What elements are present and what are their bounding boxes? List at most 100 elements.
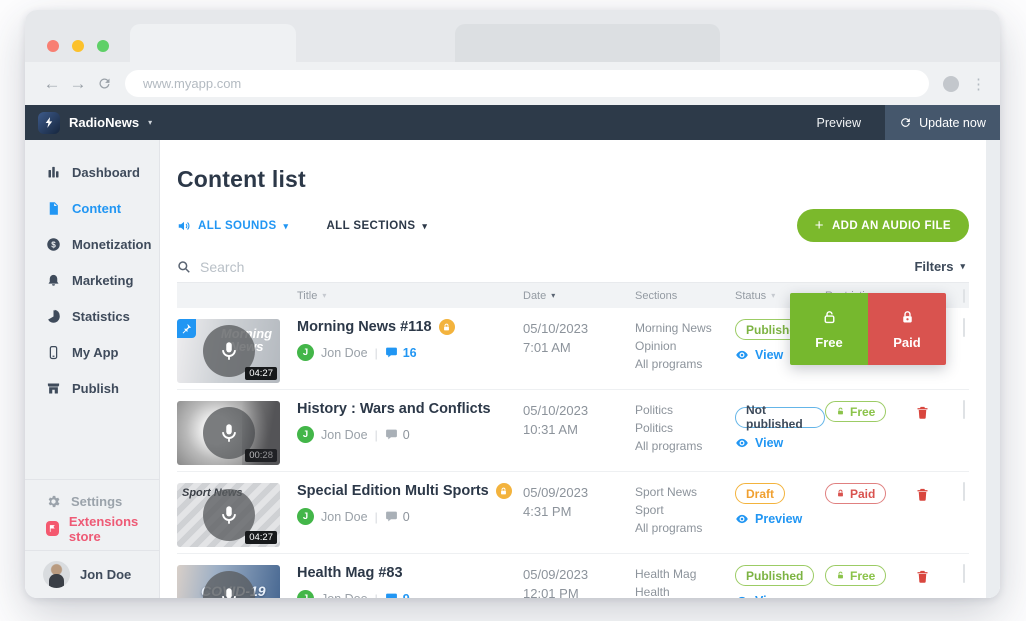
browser-tab-inactive[interactable] (455, 24, 720, 62)
avatar (43, 561, 70, 588)
restriction-free-button[interactable]: Free (790, 293, 868, 365)
browser-profile-icon[interactable] (943, 76, 959, 92)
audio-title[interactable]: Health Mag #83 (297, 565, 403, 581)
back-icon[interactable]: ← (39, 74, 65, 94)
duration-badge: 04:27 (245, 367, 277, 380)
caret-down-icon: ▾ (284, 221, 289, 232)
audio-title[interactable]: Special Edition Multi Sports (297, 483, 489, 499)
brand-menu[interactable]: RadioNews ▾ (25, 112, 152, 134)
comments-count[interactable]: 0 (385, 428, 410, 442)
preview-button[interactable]: Preview (793, 116, 885, 130)
audio-thumbnail[interactable]: COVID-19 (177, 565, 280, 598)
microphone-icon (203, 571, 255, 598)
minimize-window-button[interactable] (72, 40, 84, 52)
microphone-icon (203, 407, 255, 459)
bar-chart-icon (46, 165, 61, 180)
audio-thumbnail[interactable]: 00:28 (177, 401, 280, 465)
delete-button[interactable] (915, 568, 930, 585)
column-sections: Sections (635, 290, 735, 302)
paid-lock-icon (439, 319, 455, 335)
search-input[interactable] (200, 259, 914, 275)
sidebar-item-statistics[interactable]: Statistics (25, 298, 159, 334)
browser-menu-icon[interactable]: ⋮ (971, 75, 986, 93)
column-date[interactable]: Date▾ (523, 290, 635, 302)
page-background: ← → www.myapp.com ⋮ RadioNews ▾ Preview (0, 0, 1026, 621)
pin-icon (177, 319, 196, 338)
browser-tab-active[interactable] (130, 24, 296, 62)
forward-icon[interactable]: → (65, 74, 91, 94)
audio-thumbnail[interactable]: Morning News 04:27 (177, 319, 280, 383)
sidebar-item-extensions-store[interactable]: Extensions store (25, 515, 159, 542)
sidebar-item-settings[interactable]: Settings (25, 488, 159, 515)
user-menu[interactable]: Jon Doe (25, 550, 159, 598)
sidebar-item-dashboard[interactable]: Dashboard (25, 154, 159, 190)
row-checkbox[interactable] (963, 482, 965, 501)
row-checkbox[interactable] (963, 400, 965, 419)
restriction-paid-button[interactable]: Paid (868, 293, 946, 365)
row-checkbox[interactable] (963, 564, 965, 583)
duration-badge: 00:28 (245, 449, 277, 462)
restriction-badge: Free (825, 401, 886, 422)
search-icon (177, 260, 191, 274)
sidebar-item-marketing[interactable]: Marketing (25, 262, 159, 298)
audio-title[interactable]: History : Wars and Conflicts (297, 401, 491, 417)
maximize-window-button[interactable] (97, 40, 109, 52)
svg-text:$: $ (51, 240, 56, 249)
author-avatar: J (297, 590, 314, 598)
close-window-button[interactable] (47, 40, 59, 52)
eye-icon (735, 512, 749, 526)
audio-title[interactable]: Morning News #118 (297, 319, 432, 335)
sound-type-filter[interactable]: ALL SOUNDS ▾ (177, 219, 288, 233)
eye-icon (735, 594, 749, 598)
sidebar-item-monetization[interactable]: $ Monetization (25, 226, 159, 262)
eye-icon (735, 348, 749, 362)
refresh-icon (899, 116, 912, 129)
duration-badge: 04:27 (245, 531, 277, 544)
preview-link[interactable]: Preview (735, 512, 825, 526)
scrollbar[interactable] (986, 140, 1000, 598)
audio-thumbnail[interactable]: Sport News 04:27 (177, 483, 280, 547)
update-now-button[interactable]: Update now (885, 105, 1000, 140)
plus-icon: + (815, 217, 824, 234)
sections-list: Morning News Opinion All programs (635, 319, 735, 389)
restriction-badge: Free (825, 565, 886, 586)
status-badge: Draft (735, 483, 785, 504)
add-audio-file-button[interactable]: + ADD AN AUDIO FILE (797, 209, 969, 242)
document-icon (46, 201, 61, 216)
view-link[interactable]: View (735, 594, 825, 598)
sections-filter[interactable]: ALL SECTIONS ▾ (326, 220, 427, 232)
chevron-down-icon: ▾ (148, 118, 152, 127)
row-checkbox[interactable] (963, 318, 965, 337)
sidebar-item-publish[interactable]: Publish (25, 370, 159, 406)
delete-button[interactable] (915, 486, 930, 503)
comments-count[interactable]: 16 (385, 346, 417, 360)
sidebar-item-content[interactable]: Content (25, 190, 159, 226)
unlock-icon (836, 407, 845, 416)
comments-count[interactable]: 9 (385, 592, 410, 599)
table-row: 00:28 History : Wars and Conflicts J Jon… (177, 390, 969, 472)
caret-down-icon: ▾ (422, 221, 427, 232)
refresh-icon[interactable] (91, 76, 117, 91)
address-bar[interactable]: www.myapp.com (125, 70, 929, 97)
delete-button[interactable] (915, 404, 930, 421)
window-controls (47, 40, 109, 52)
comment-icon (385, 592, 398, 598)
sections-list: Sport News Sport All programs (635, 483, 735, 553)
app-logo-icon (38, 112, 60, 134)
sidebar-item-my-app[interactable]: My App (25, 334, 159, 370)
restriction-picker: Free Paid (790, 293, 946, 365)
view-link[interactable]: View (735, 436, 825, 450)
sort-caret-icon: ▾ (771, 291, 775, 300)
app-navbar: RadioNews ▾ Preview Update now (25, 105, 1000, 140)
comments-count[interactable]: 0 (385, 510, 410, 524)
table-row: Sport News 04:27 Special Edition Multi S… (177, 472, 969, 554)
storefront-icon (46, 381, 61, 396)
main-content: Content list ALL SOUNDS ▾ ALL SECTIONS ▾ (160, 140, 1000, 598)
lock-icon (899, 309, 916, 326)
sections-list: Politics Politics All programs (635, 401, 735, 471)
column-title[interactable]: Title▾ (297, 290, 523, 302)
browser-window: ← → www.myapp.com ⋮ RadioNews ▾ Preview (25, 10, 1000, 598)
filters-dropdown[interactable]: Filters ▾ (914, 259, 969, 274)
publish-date: 05/10/20237:01 AM (523, 319, 635, 389)
select-all-checkbox[interactable] (963, 289, 965, 303)
